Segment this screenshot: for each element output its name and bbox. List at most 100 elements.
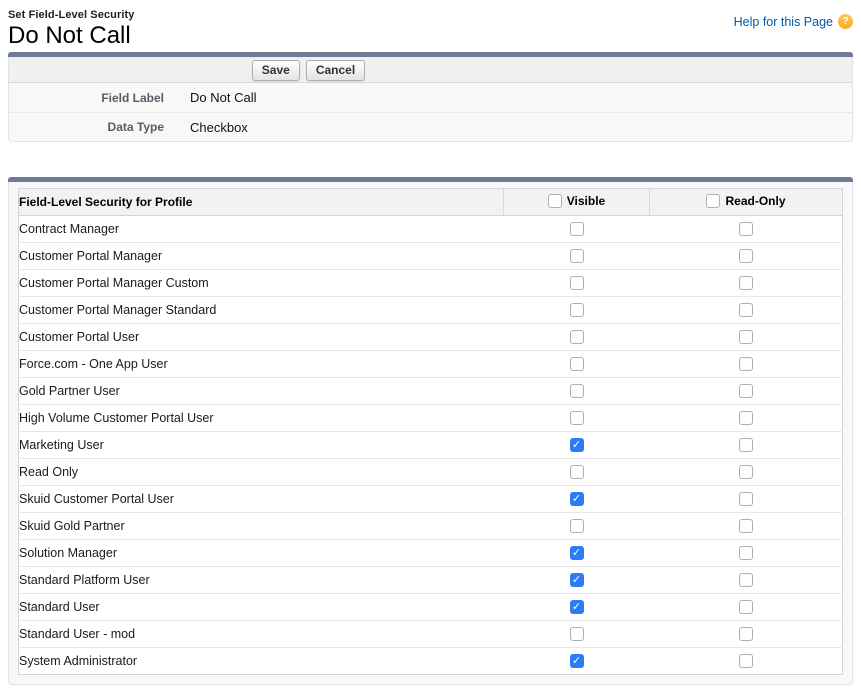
page-eyebrow: Set Field-Level Security <box>8 9 135 21</box>
visible-select-all-checkbox[interactable] <box>548 194 562 208</box>
table-row: Customer Portal Manager <box>19 243 843 270</box>
table-row: Force.com - One App User <box>19 351 843 378</box>
visible-checkbox[interactable] <box>570 627 584 641</box>
readonly-checkbox[interactable] <box>739 357 753 371</box>
profile-name: Gold Partner User <box>19 378 504 405</box>
profile-column-header: Field-Level Security for Profile <box>19 189 504 216</box>
table-row: Standard User <box>19 594 843 621</box>
visible-checkbox[interactable] <box>570 438 584 452</box>
field-level-security-page: Set Field-Level Security Do Not Call Hel… <box>0 0 861 685</box>
table-row: Standard Platform User <box>19 567 843 594</box>
visible-checkbox-cell <box>504 648 650 675</box>
readonly-checkbox[interactable] <box>739 573 753 587</box>
page-header: Set Field-Level Security Do Not Call Hel… <box>8 0 853 53</box>
table-row: Contract Manager <box>19 216 843 243</box>
field-label-label: Field Label <box>9 91 164 105</box>
table-row: Skuid Customer Portal User <box>19 486 843 513</box>
readonly-checkbox-cell <box>650 324 843 351</box>
readonly-checkbox[interactable] <box>739 330 753 344</box>
button-row: Save Cancel <box>9 57 852 83</box>
visible-checkbox-cell <box>504 486 650 513</box>
visible-checkbox[interactable] <box>570 249 584 263</box>
readonly-select-all-checkbox[interactable] <box>706 194 720 208</box>
profile-name: Standard Platform User <box>19 567 504 594</box>
profile-name: Skuid Customer Portal User <box>19 486 504 513</box>
visible-checkbox[interactable] <box>570 276 584 290</box>
profile-name: Skuid Gold Partner <box>19 513 504 540</box>
field-label-value: Do Not Call <box>164 90 256 105</box>
visible-checkbox[interactable] <box>570 546 584 560</box>
help-question-icon[interactable]: ? <box>838 14 853 29</box>
table-row: Marketing User <box>19 432 843 459</box>
visible-header-label: Visible <box>567 194 605 208</box>
visible-checkbox[interactable] <box>570 330 584 344</box>
profile-name: High Volume Customer Portal User <box>19 405 504 432</box>
profile-table-body: Contract ManagerCustomer Portal ManagerC… <box>19 216 843 675</box>
field-label-row: Field Label Do Not Call <box>9 83 852 112</box>
visible-checkbox-cell <box>504 621 650 648</box>
readonly-checkbox[interactable] <box>739 492 753 506</box>
section-topbar <box>8 177 853 182</box>
help-area: Help for this Page ? <box>734 9 853 29</box>
help-link[interactable]: Help for this Page <box>734 15 833 29</box>
readonly-checkbox[interactable] <box>739 303 753 317</box>
readonly-checkbox[interactable] <box>739 384 753 398</box>
profile-name: Customer Portal User <box>19 324 504 351</box>
visible-checkbox-cell <box>504 405 650 432</box>
table-row: Read Only <box>19 459 843 486</box>
readonly-checkbox[interactable] <box>739 519 753 533</box>
readonly-checkbox-cell <box>650 432 843 459</box>
visible-checkbox[interactable] <box>570 303 584 317</box>
readonly-checkbox-cell <box>650 270 843 297</box>
visible-checkbox[interactable] <box>570 465 584 479</box>
profile-table-section: Field-Level Security for Profile Visible… <box>8 178 853 685</box>
profile-security-table: Field-Level Security for Profile Visible… <box>18 188 843 675</box>
readonly-checkbox-cell <box>650 351 843 378</box>
data-type-value: Checkbox <box>164 120 248 135</box>
profile-name: Standard User <box>19 594 504 621</box>
table-row: System Administrator <box>19 648 843 675</box>
readonly-checkbox-cell <box>650 540 843 567</box>
table-row: Customer Portal User <box>19 324 843 351</box>
visible-checkbox[interactable] <box>570 654 584 668</box>
profile-name: System Administrator <box>19 648 504 675</box>
readonly-checkbox[interactable] <box>739 222 753 236</box>
visible-checkbox[interactable] <box>570 411 584 425</box>
table-row: Standard User - mod <box>19 621 843 648</box>
readonly-checkbox[interactable] <box>739 654 753 668</box>
readonly-checkbox-cell <box>650 486 843 513</box>
readonly-checkbox-cell <box>650 594 843 621</box>
readonly-checkbox[interactable] <box>739 249 753 263</box>
readonly-checkbox[interactable] <box>739 411 753 425</box>
readonly-checkbox[interactable] <box>739 276 753 290</box>
save-button[interactable]: Save <box>252 60 300 81</box>
visible-checkbox[interactable] <box>570 600 584 614</box>
readonly-header-label: Read-Only <box>725 194 785 208</box>
visible-checkbox-cell <box>504 459 650 486</box>
profile-name: Marketing User <box>19 432 504 459</box>
visible-checkbox[interactable] <box>570 573 584 587</box>
readonly-checkbox[interactable] <box>739 465 753 479</box>
table-row: Customer Portal Manager Standard <box>19 297 843 324</box>
visible-checkbox[interactable] <box>570 357 584 371</box>
table-row: Customer Portal Manager Custom <box>19 270 843 297</box>
visible-checkbox[interactable] <box>570 492 584 506</box>
button-group: Save Cancel <box>249 57 368 81</box>
cancel-button[interactable]: Cancel <box>306 60 365 81</box>
visible-checkbox-cell <box>504 378 650 405</box>
profile-name: Contract Manager <box>19 216 504 243</box>
visible-checkbox-cell <box>504 297 650 324</box>
readonly-checkbox[interactable] <box>739 600 753 614</box>
visible-checkbox[interactable] <box>570 384 584 398</box>
readonly-checkbox-cell <box>650 216 843 243</box>
data-type-label: Data Type <box>9 120 164 134</box>
profile-name: Standard User - mod <box>19 621 504 648</box>
visible-checkbox-cell <box>504 567 650 594</box>
visible-checkbox[interactable] <box>570 222 584 236</box>
readonly-checkbox[interactable] <box>739 438 753 452</box>
visible-checkbox[interactable] <box>570 519 584 533</box>
readonly-checkbox[interactable] <box>739 546 753 560</box>
readonly-checkbox[interactable] <box>739 627 753 641</box>
profile-name: Force.com - One App User <box>19 351 504 378</box>
profile-name: Read Only <box>19 459 504 486</box>
